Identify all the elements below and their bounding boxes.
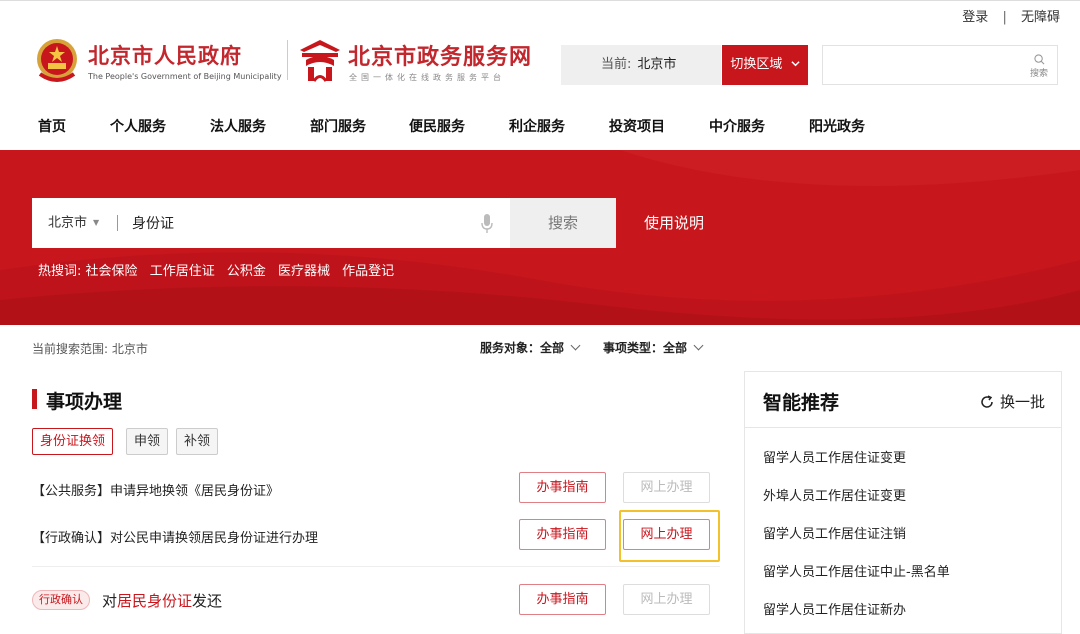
nav-department[interactable]: 部门服务 <box>310 116 366 136</box>
usage-guide-link[interactable]: 使用说明 <box>644 198 704 248</box>
highlight-box <box>619 510 720 562</box>
service-target-filter[interactable]: 服务对象：全部 <box>480 339 581 356</box>
region-value: 北京市 <box>637 57 677 72</box>
login-link[interactable]: 登录 <box>962 6 988 25</box>
hot-search-label: 热搜词: <box>38 264 82 279</box>
item-type-filter[interactable]: 事项类型：全部 <box>603 339 704 356</box>
hot-word[interactable]: 作品登记 <box>342 264 394 279</box>
recommend-item[interactable]: 外埠人员工作居住证变更 <box>763 485 906 504</box>
panel-title: 智能推荐 <box>763 392 840 414</box>
row-divider <box>32 566 720 567</box>
main-search-box: 北京市 ▼ <box>32 198 510 248</box>
nav-investment[interactable]: 投资项目 <box>609 116 665 136</box>
search-scope-select[interactable]: 北京市 ▼ <box>48 198 99 249</box>
nav-enterprise[interactable]: 利企服务 <box>509 116 565 136</box>
service-target-label: 服务对象：全部 <box>480 341 565 355</box>
accessibility-link[interactable]: 无障碍 <box>1021 6 1060 25</box>
search-scope-value: 北京市 <box>48 215 88 231</box>
chevron-down-icon <box>570 340 581 351</box>
nav-convenience[interactable]: 便民服务 <box>409 116 465 136</box>
refresh-icon <box>981 395 993 408</box>
top-search-box: 搜索 <box>822 45 1058 85</box>
top-search-input[interactable] <box>823 46 1023 84</box>
refresh-label: 换一批 <box>999 393 1045 411</box>
hot-word[interactable]: 医疗器械 <box>278 264 330 279</box>
search-divider <box>117 215 118 231</box>
service-item-title[interactable]: 对居民身份证发还 <box>102 590 222 611</box>
main-search-button[interactable]: 搜索 <box>510 198 616 248</box>
online-apply-button[interactable]: 网上办理 <box>623 584 710 615</box>
main-nav: 首页 个人服务 法人服务 部门服务 便民服务 利企服务 投资项目 中介服务 阳光… <box>0 108 1080 148</box>
category-badge: 行政确认 <box>32 590 90 610</box>
portal-mark-icon <box>300 40 340 82</box>
search-icon <box>1033 54 1044 65</box>
top-search-button[interactable]: 搜索 <box>1027 50 1051 82</box>
service-item-title[interactable]: 【公共服务】申请异地换领《居民身份证》 <box>32 480 279 499</box>
site-header: 北京市人民政府 The People's Government of Beiji… <box>0 32 1080 94</box>
item-prefix: 对 <box>102 592 118 610</box>
smart-recommend-panel: 智能推荐 换一批 留学人员工作居住证变更 外埠人员工作居住证变更 留学人员工作居… <box>744 371 1062 634</box>
item-suffix: 发还 <box>192 592 223 610</box>
service-item-title[interactable]: 【行政确认】对公民申请换领居民身份证进行办理 <box>32 527 318 546</box>
guide-button[interactable]: 办事指南 <box>519 584 606 615</box>
utility-separator: | <box>1002 10 1007 25</box>
switch-region-label: 切换区域 <box>730 57 783 72</box>
gov-title: 北京市人民政府 <box>88 44 242 68</box>
nav-personal[interactable]: 个人服务 <box>110 116 166 136</box>
portal-subtitle: 全国一体化在线政务服务平台 <box>349 73 505 82</box>
nav-intermediary[interactable]: 中介服务 <box>709 116 765 136</box>
online-apply-button[interactable]: 网上办理 <box>623 472 710 503</box>
top-divider <box>0 0 1080 1</box>
gov-logo[interactable]: 北京市人民政府 The People's Government of Beiji… <box>32 36 282 86</box>
current-region: 当前: 北京市 <box>561 45 721 85</box>
microphone-icon[interactable] <box>480 213 494 235</box>
guide-button[interactable]: 办事指南 <box>519 472 606 503</box>
portal-title: 北京市政务服务网 <box>348 45 533 70</box>
current-search-scope: 当前搜索范围: 北京市 <box>32 342 148 356</box>
hot-word[interactable]: 工作居住证 <box>150 264 215 279</box>
tag-id-card-renewal[interactable]: 身份证换领 <box>32 428 114 455</box>
tag-reissue[interactable]: 补领 <box>176 428 219 455</box>
guide-button[interactable]: 办事指南 <box>519 519 606 550</box>
tag-apply[interactable]: 申领 <box>126 428 169 455</box>
portal-logo[interactable]: 北京市政务服务网 全国一体化在线政务服务平台 <box>296 36 556 86</box>
recommend-item[interactable]: 留学人员工作居住证新办 <box>763 599 906 618</box>
recommend-item[interactable]: 留学人员工作居住证变更 <box>763 447 906 466</box>
caret-down-icon: ▼ <box>93 218 100 227</box>
logo-divider <box>287 40 288 80</box>
section-title: 事项办理 <box>32 387 122 414</box>
top-search-label: 搜索 <box>1029 69 1048 79</box>
panel-header: 智能推荐 换一批 <box>745 372 1061 428</box>
nav-transparency[interactable]: 阳光政务 <box>809 116 865 136</box>
item-type-label: 事项类型：全部 <box>603 341 688 355</box>
search-banner: 北京市 ▼ 搜索 使用说明 热搜词: 社会保险 工作居住证 公积金 医疗器械 作品… <box>0 150 1080 325</box>
chevron-down-icon <box>693 340 704 351</box>
nav-home[interactable]: 首页 <box>38 116 66 136</box>
region-prefix: 当前: <box>601 57 632 72</box>
recommend-item[interactable]: 留学人员工作居住证注销 <box>763 523 906 542</box>
hot-word[interactable]: 社会保险 <box>86 264 138 279</box>
national-emblem-icon <box>37 39 77 82</box>
recommend-item[interactable]: 留学人员工作居住证中止-黑名单 <box>763 561 950 580</box>
chevron-down-icon <box>790 61 800 67</box>
item-keyword: 居民身份证 <box>117 592 193 610</box>
hot-word[interactable]: 公积金 <box>227 264 266 279</box>
utility-links: 登录 | 无障碍 <box>962 6 1060 25</box>
switch-region-button[interactable]: 切换区域 <box>722 45 808 85</box>
main-search-input[interactable] <box>132 198 492 248</box>
refresh-button[interactable]: 换一批 <box>980 391 1045 412</box>
gov-subtitle: The People's Government of Beijing Munic… <box>88 72 282 81</box>
hot-search: 热搜词: 社会保险 工作居住证 公积金 医疗器械 作品登记 <box>38 260 402 279</box>
nav-corporate[interactable]: 法人服务 <box>210 116 266 136</box>
